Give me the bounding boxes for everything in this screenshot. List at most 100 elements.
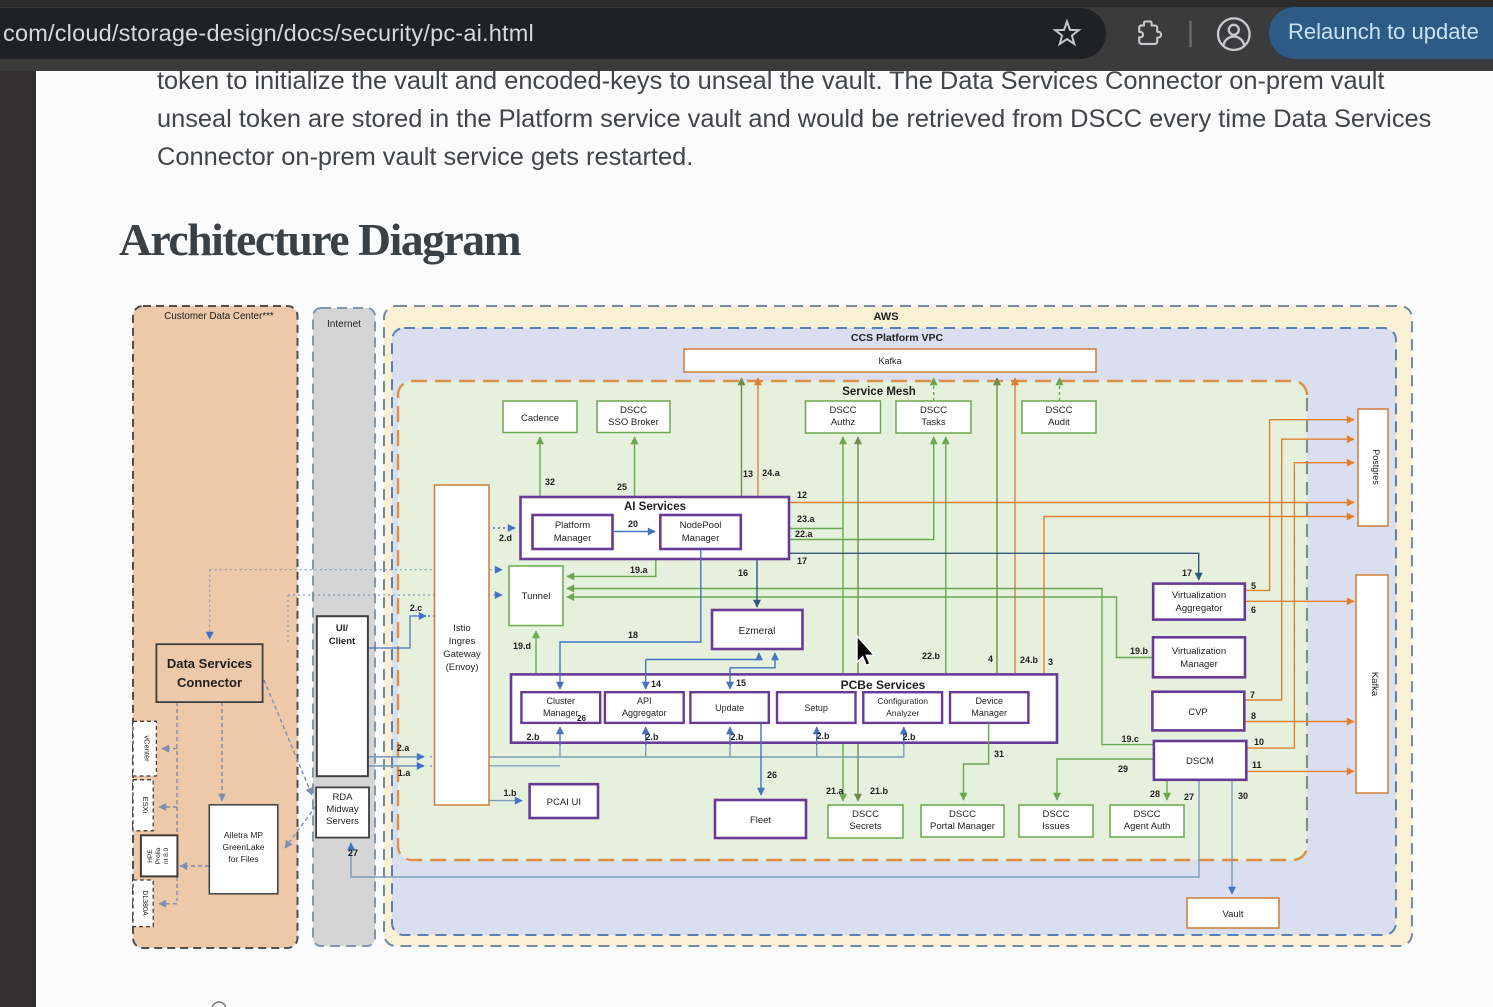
svg-text:19.c: 19.c <box>1121 734 1139 744</box>
svg-text:20: 20 <box>628 519 638 529</box>
svg-text:22.b: 22.b <box>922 651 941 661</box>
svg-text:NodePool: NodePool <box>680 520 722 531</box>
svg-text:Configuration: Configuration <box>877 696 928 706</box>
svg-text:Postgres: Postgres <box>1371 449 1381 485</box>
svg-text:31: 31 <box>994 749 1004 759</box>
svg-text:for Files: for Files <box>228 854 258 864</box>
svg-text:DL380A: DL380A <box>141 890 148 916</box>
svg-text:15: 15 <box>736 678 746 688</box>
svg-text:10: 10 <box>1254 737 1264 747</box>
svg-text:PCAI UI: PCAI UI <box>547 797 581 808</box>
svg-text:14: 14 <box>651 679 661 689</box>
svg-text:Manager: Manager <box>543 708 579 718</box>
svg-text:Manager: Manager <box>554 533 592 544</box>
svg-text:Service Mesh: Service Mesh <box>842 386 916 398</box>
svg-text:27: 27 <box>1184 792 1194 802</box>
svg-text:2.b: 2.b <box>730 732 744 742</box>
svg-text:3: 3 <box>1048 657 1053 667</box>
svg-text:19.a: 19.a <box>630 565 649 575</box>
svg-text:Aggregator: Aggregator <box>622 708 667 718</box>
svg-text:Platform: Platform <box>555 520 590 531</box>
svg-text:Fleet: Fleet <box>750 815 771 826</box>
svg-text:11: 11 <box>1252 760 1262 770</box>
svg-text:22.a: 22.a <box>795 529 814 539</box>
svg-text:30: 30 <box>1238 791 1248 801</box>
svg-text:25: 25 <box>617 482 627 492</box>
svg-text:ESXi: ESXi <box>141 797 150 814</box>
svg-text:Setup: Setup <box>804 703 828 713</box>
svg-text:2.b: 2.b <box>902 732 916 742</box>
svg-text:Agent Auth: Agent Auth <box>1124 821 1170 832</box>
svg-text:UI/: UI/ <box>336 623 349 634</box>
svg-text:6: 6 <box>1251 605 1256 615</box>
svg-text:7: 7 <box>1250 690 1255 700</box>
svg-text:Issues: Issues <box>1042 821 1070 832</box>
svg-text:4: 4 <box>988 654 993 664</box>
svg-text:2.a: 2.a <box>397 743 411 753</box>
svg-text:Virtualization: Virtualization <box>1172 646 1226 657</box>
svg-text:SSO Broker: SSO Broker <box>608 417 659 428</box>
svg-text:Authz: Authz <box>831 417 856 428</box>
svg-text:Audit: Audit <box>1048 417 1070 428</box>
svg-text:Manager: Manager <box>971 708 1007 718</box>
svg-text:Client: Client <box>329 636 356 647</box>
svg-text:Portal Manager: Portal Manager <box>930 821 995 832</box>
svg-text:Device: Device <box>975 696 1003 706</box>
svg-text:Alletra MP: Alletra MP <box>224 830 264 840</box>
svg-text:DSCC: DSCC <box>1134 809 1161 820</box>
svg-text:26: 26 <box>767 770 777 780</box>
svg-text:Gateway: Gateway <box>443 649 481 660</box>
svg-text:2.c: 2.c <box>410 603 423 613</box>
svg-text:AWS: AWS <box>873 311 898 323</box>
svg-text:Cadence: Cadence <box>521 413 559 424</box>
svg-text:1.a: 1.a <box>398 768 412 778</box>
svg-text:Istio: Istio <box>453 623 470 634</box>
svg-text:2.b: 2.b <box>816 731 830 741</box>
svg-text:Cluster: Cluster <box>547 696 576 706</box>
svg-text:Secrets: Secrets <box>849 821 881 832</box>
svg-text:Data Services: Data Services <box>167 656 252 671</box>
svg-text:Midway: Midway <box>326 804 358 815</box>
svg-text:DSCC: DSCC <box>620 405 647 416</box>
svg-text:28: 28 <box>1150 789 1160 799</box>
svg-text:DSCC: DSCC <box>830 405 857 416</box>
svg-text:19.d: 19.d <box>513 641 531 651</box>
svg-text:Ezmeral: Ezmeral <box>739 626 776 637</box>
svg-text:24.b: 24.b <box>1020 655 1039 665</box>
svg-text:GreenLake: GreenLake <box>222 842 264 852</box>
svg-text:Vault: Vault <box>1223 909 1244 920</box>
svg-text:27: 27 <box>348 848 358 858</box>
svg-text:Prolia: Prolia <box>155 847 162 864</box>
svg-text:CVP: CVP <box>1188 707 1208 718</box>
svg-text:32: 32 <box>545 477 555 487</box>
svg-text:21.b: 21.b <box>870 786 889 796</box>
svg-text:Ingres: Ingres <box>449 636 476 647</box>
svg-text:16: 16 <box>738 568 748 578</box>
svg-text:Kafka: Kafka <box>1369 672 1380 697</box>
svg-text:2.b: 2.b <box>526 732 540 742</box>
svg-text:18: 18 <box>628 630 638 640</box>
svg-text:API: API <box>637 696 652 706</box>
svg-text:Update: Update <box>715 703 744 713</box>
svg-text:26: 26 <box>577 714 586 723</box>
svg-text:21.a: 21.a <box>826 786 845 796</box>
svg-text:DSCM: DSCM <box>1186 756 1214 767</box>
svg-text:(Envoy): (Envoy) <box>446 662 479 673</box>
svg-text:Aggregator: Aggregator <box>1175 603 1222 614</box>
svg-text:17: 17 <box>1182 568 1192 578</box>
svg-text:HPE: HPE <box>147 849 154 863</box>
svg-text:24.a: 24.a <box>762 468 781 478</box>
svg-text:DSCC: DSCC <box>852 809 879 820</box>
svg-text:17: 17 <box>797 556 807 566</box>
svg-text:Tasks: Tasks <box>921 417 946 428</box>
svg-text:DSCC: DSCC <box>1043 809 1070 820</box>
svg-text:vCenter: vCenter <box>143 735 152 762</box>
svg-text:DSCC: DSCC <box>920 405 947 416</box>
svg-text:13: 13 <box>743 469 753 479</box>
svg-text:AI Services: AI Services <box>624 501 686 513</box>
svg-text:RDA: RDA <box>332 792 353 803</box>
svg-text:PCBe Services: PCBe Services <box>841 678 926 692</box>
svg-text:Tunnel: Tunnel <box>522 591 551 602</box>
svg-text:8: 8 <box>1251 711 1256 721</box>
svg-text:Manager: Manager <box>1180 659 1218 670</box>
